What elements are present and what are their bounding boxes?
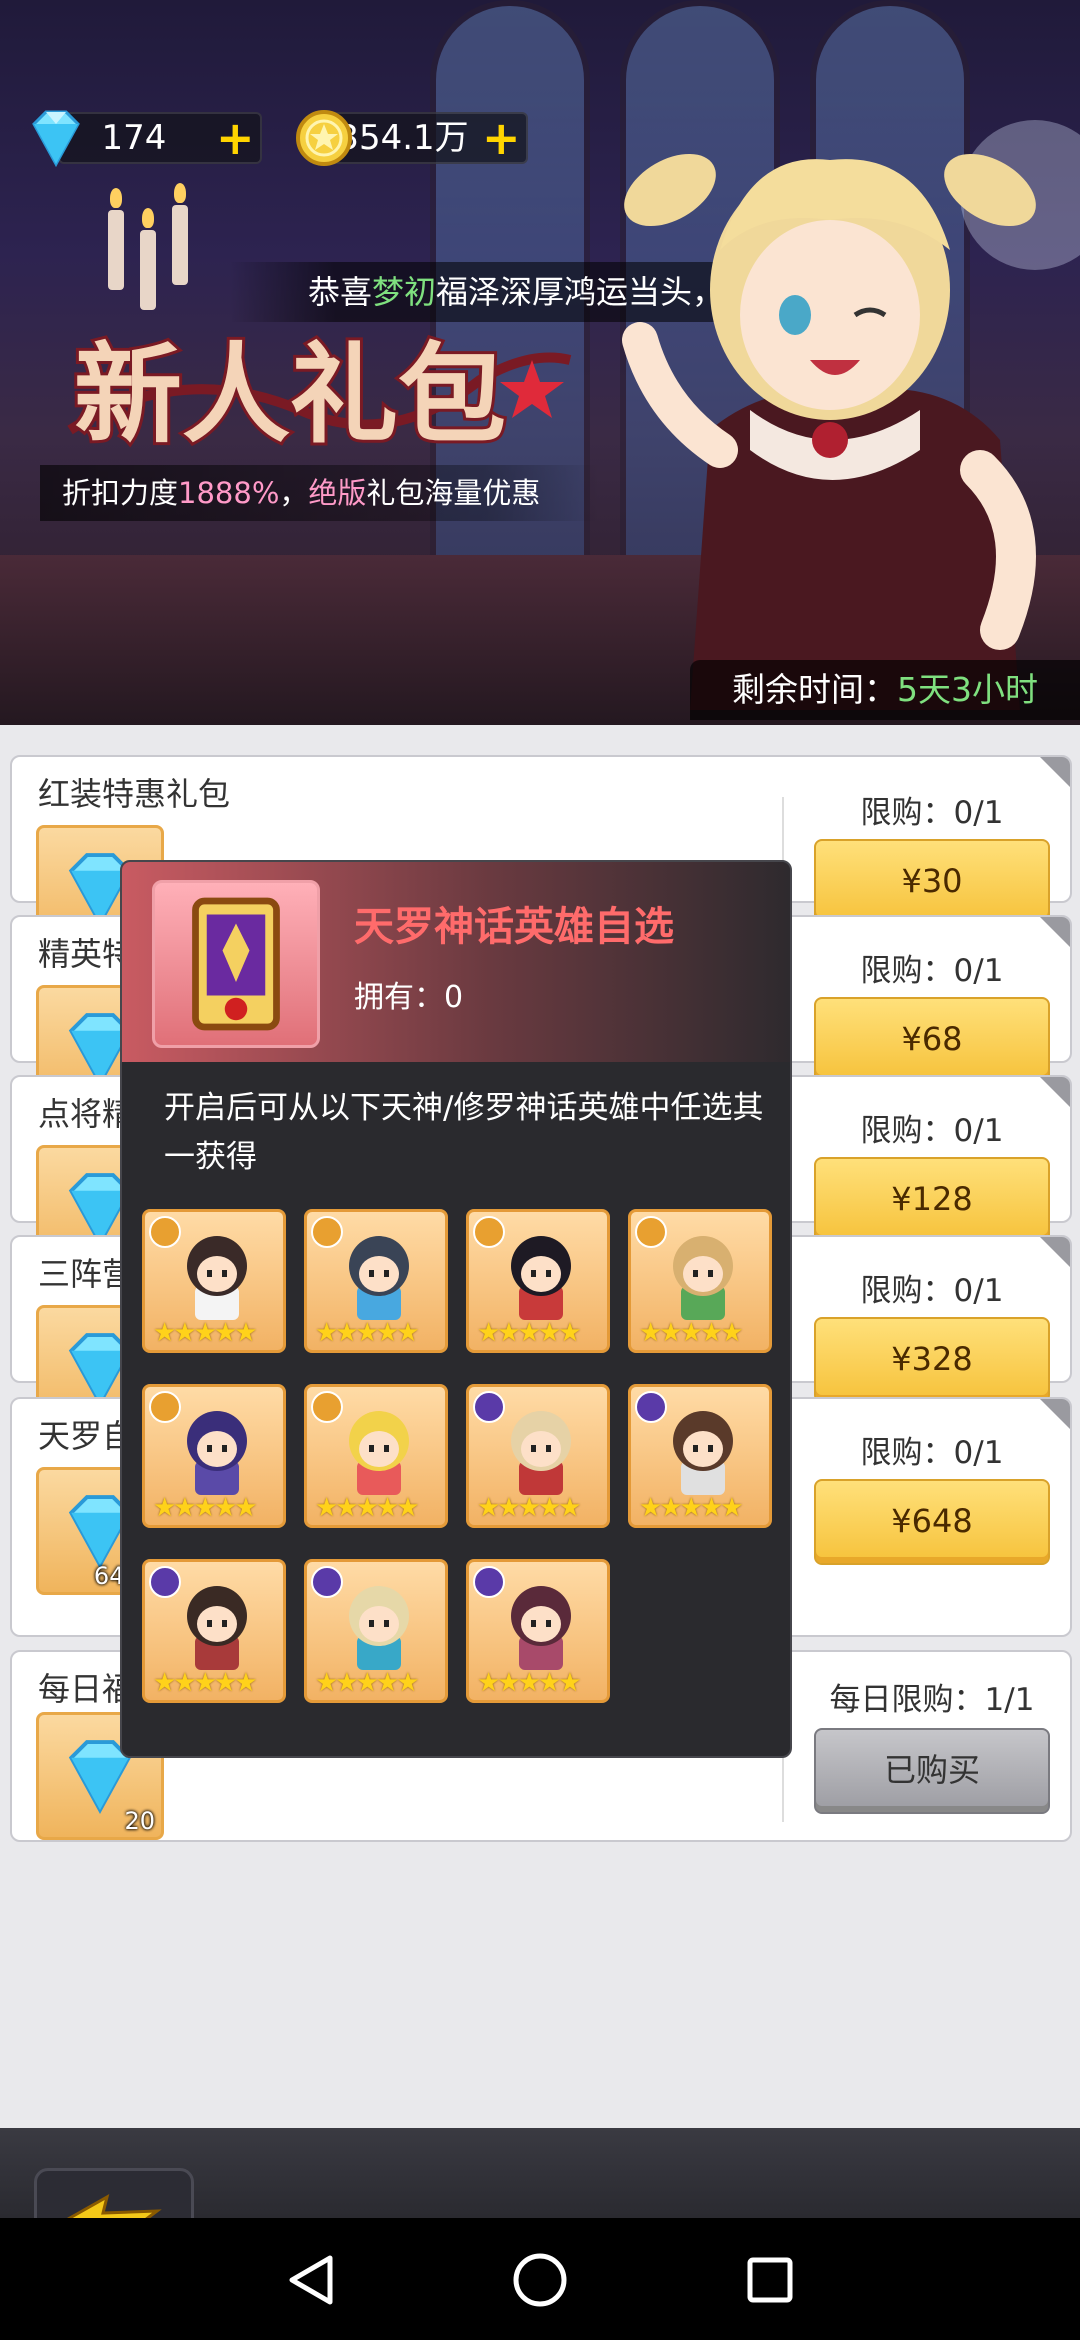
faction-badge-icon (149, 1566, 181, 1598)
hero-portrait (187, 1236, 247, 1320)
star-rating: ★★★★★ (315, 1668, 420, 1698)
hero-option[interactable]: ★★★★★ (304, 1209, 448, 1353)
hero-portrait (187, 1586, 247, 1670)
hero-portrait (673, 1236, 733, 1320)
hero-portrait (349, 1586, 409, 1670)
star-rating: ★★★★★ (477, 1318, 582, 1348)
candle-decoration (140, 208, 156, 310)
timer-label: 剩余时间： (732, 670, 897, 709)
buy-128-button[interactable]: ¥128 (814, 1157, 1050, 1243)
buy-30-button[interactable]: ¥30 (814, 839, 1050, 925)
star-rating: ★★★★★ (477, 1493, 582, 1523)
card-corner (1040, 917, 1070, 947)
marquee-player-name: 梦初 (371, 273, 436, 311)
title-text: 新人礼包 (74, 333, 506, 458)
banner-character-illustration (622, 153, 1036, 710)
popup-description: 开启后可从以下天神/修罗神话英雄中任选其一获得 (164, 1090, 764, 1175)
nav-recents-icon[interactable] (710, 2218, 830, 2340)
add-diamond-button[interactable]: + (216, 115, 255, 161)
card-corner (1040, 1399, 1070, 1429)
card-corner (1040, 757, 1070, 787)
subtitle-comma: ， (279, 476, 309, 510)
hero-option[interactable]: ★★★★★ (466, 1384, 610, 1528)
star-rating: ★★★★★ (639, 1493, 744, 1523)
hero-portrait (511, 1236, 571, 1320)
hero-card-icon (192, 897, 280, 1031)
banner-subtitle: 折扣力度1888%，绝版礼包海量优惠 (40, 465, 600, 521)
hero-portrait (187, 1411, 247, 1495)
star-rating: ★★★★★ (477, 1668, 582, 1698)
star-rating: ★★★★★ (315, 1318, 420, 1348)
subtitle-suffix: 礼包海量优惠 (366, 476, 541, 510)
item-count: 20 (124, 1807, 155, 1835)
card-corner (1040, 1237, 1070, 1267)
faction-badge-icon (473, 1216, 505, 1248)
card-corner (1040, 1077, 1070, 1107)
subtitle-prefix: 折扣力度 (62, 476, 179, 510)
new-player-pack-title: 新人礼包 (67, 330, 572, 460)
hero-option[interactable]: ★★★★★ (628, 1384, 772, 1528)
item-detail-popup: 天罗神话英雄自选 拥有：0 开启后可从以下天神/修罗神话英雄中任选其一获得 ★★… (120, 860, 792, 1758)
nav-home-icon[interactable] (480, 2218, 600, 2340)
hero-option[interactable]: ★★★★★ (142, 1384, 286, 1528)
faction-badge-icon (311, 1391, 343, 1423)
purchase-limit: 限购：0/1 (860, 1273, 1004, 1309)
star-rating: ★★★★★ (153, 1318, 258, 1348)
purchase-limit: 每日限购：1/1 (829, 1682, 1035, 1718)
faction-badge-icon (473, 1566, 505, 1598)
popup-item-picture (152, 880, 320, 1048)
diamond-icon (32, 110, 80, 168)
hero-option[interactable]: ★★★★★ (466, 1559, 610, 1703)
marquee-prefix: 恭喜 (307, 273, 372, 311)
game-screen: 174 + 354.1万 + 恭喜梦初福泽深厚鸿运当头，在高级召 新人礼包 折扣… (0, 0, 1080, 2340)
purchase-limit: 限购：0/1 (860, 795, 1004, 831)
faction-badge-icon (311, 1566, 343, 1598)
hero-portrait (349, 1236, 409, 1320)
faction-badge-icon (635, 1391, 667, 1423)
buy-68-button[interactable]: ¥68 (814, 997, 1050, 1083)
star-rating: ★★★★★ (153, 1493, 258, 1523)
purchase-limit: 限购：0/1 (860, 1435, 1004, 1471)
hero-option[interactable]: ★★★★★ (142, 1559, 286, 1703)
candle-decoration (108, 188, 124, 290)
purchase-limit: 限购：0/1 (860, 953, 1004, 989)
timer-value: 5天3小时 (897, 670, 1038, 709)
hero-option[interactable]: ★★★★★ (304, 1559, 448, 1703)
hero-option[interactable]: ★★★★★ (628, 1209, 772, 1353)
hero-portrait (349, 1411, 409, 1495)
buy-648-button[interactable]: ¥648 (814, 1479, 1050, 1565)
faction-badge-icon (311, 1216, 343, 1248)
hero-portrait (511, 1411, 571, 1495)
hero-option[interactable]: ★★★★★ (466, 1209, 610, 1353)
popup-title: 天罗神话英雄自选 (354, 904, 674, 950)
gold-coin-icon (296, 110, 352, 166)
system-navigation-bar (0, 2218, 1080, 2340)
purchased-button[interactable]: 已购买 (814, 1728, 1050, 1814)
candle-decoration (172, 183, 188, 285)
countdown-timer: 剩余时间：5天3小时 (690, 660, 1080, 720)
star-rating: ★★★★★ (315, 1493, 420, 1523)
faction-badge-icon (473, 1391, 505, 1423)
hero-portrait (673, 1411, 733, 1495)
pack-title: 红装特惠礼包 (38, 775, 231, 813)
faction-badge-icon (149, 1391, 181, 1423)
new-player-pack-banner: 174 + 354.1万 + 恭喜梦初福泽深厚鸿运当头，在高级召 新人礼包 折扣… (0, 0, 1080, 725)
nav-back-icon[interactable] (250, 2218, 370, 2340)
popup-header: 天罗神话英雄自选 拥有：0 (122, 862, 790, 1062)
owned-count: 拥有：0 (354, 980, 464, 1015)
star-rating: ★★★★★ (153, 1668, 258, 1698)
hero-option[interactable]: ★★★★★ (304, 1384, 448, 1528)
star-rating: ★★★★★ (639, 1318, 744, 1348)
add-gold-button[interactable]: + (482, 115, 521, 161)
purchase-limit: 限购：0/1 (860, 1113, 1004, 1149)
faction-badge-icon (149, 1216, 181, 1248)
subtitle-highlight: 绝版 (308, 476, 367, 510)
hero-portrait (511, 1586, 571, 1670)
buy-328-button[interactable]: ¥328 (814, 1317, 1050, 1403)
hero-option[interactable]: ★★★★★ (142, 1209, 286, 1353)
discount-percent: 1888% (178, 476, 280, 510)
faction-badge-icon (635, 1216, 667, 1248)
